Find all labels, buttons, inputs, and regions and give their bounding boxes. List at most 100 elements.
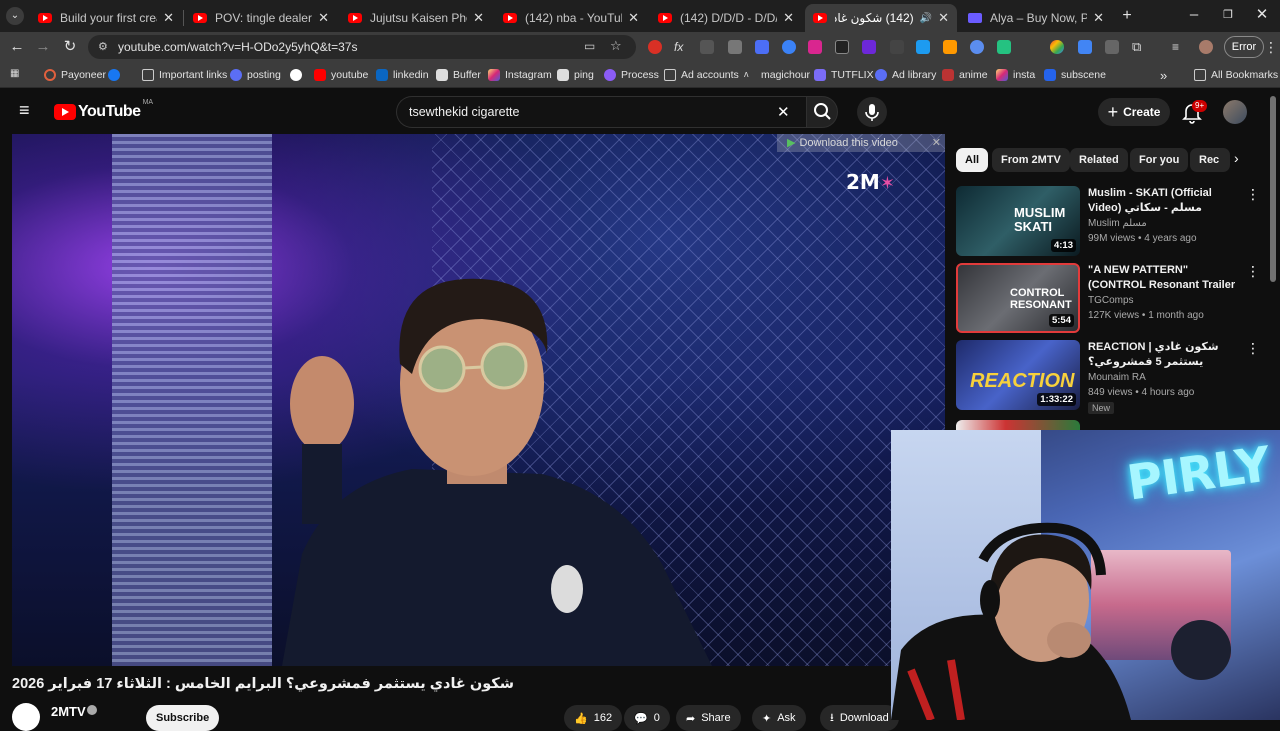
bookmark-ad-library[interactable]: Ad library (875, 67, 936, 83)
extension-fx-icon[interactable]: fx (674, 40, 688, 54)
bookmark-ad-accounts[interactable]: Ad accounts (664, 67, 739, 83)
bookmark-insta[interactable]: insta (996, 67, 1035, 83)
bookmark-subscene[interactable]: subscene (1044, 67, 1106, 83)
download-video-banner[interactable]: ▶ Download this video ✕ (777, 134, 945, 152)
chip-for-you[interactable]: For you (1130, 148, 1189, 172)
extension-blue-icon[interactable] (755, 40, 769, 54)
extension-dark-icon[interactable] (890, 40, 904, 54)
chips-next-chevron-icon[interactable]: › (1234, 150, 1239, 166)
recommendation-channel[interactable]: TGComps (1088, 295, 1134, 306)
video-thumbnail[interactable]: MUSLIM SKATI 4:13 (956, 186, 1080, 256)
bookmark-buffer[interactable]: Buffer (436, 67, 481, 83)
tab-jujutsu-kaisen[interactable]: Jujutsu Kaisen Phonk HD ✕ (340, 4, 492, 32)
bookmark-star-icon[interactable]: ☆ (610, 38, 622, 54)
bookmark-process[interactable]: Process (604, 67, 659, 83)
chip-all[interactable]: All (956, 148, 989, 172)
profile-avatar-icon[interactable] (1199, 40, 1213, 54)
extension-circle-icon[interactable] (782, 40, 796, 54)
video-player[interactable]: ▶ Download this video ✕ 2M✶ (12, 134, 945, 666)
bookmark-facebook[interactable] (108, 67, 125, 83)
close-banner-icon[interactable]: ✕ (932, 134, 941, 152)
extension-multicolor-icon[interactable] (1050, 40, 1064, 54)
extension-camera-icon[interactable] (728, 40, 742, 54)
clear-search-icon[interactable]: ✕ (777, 103, 790, 121)
tab-search-button[interactable]: ⌄ (6, 7, 24, 25)
search-input[interactable] (409, 105, 769, 119)
account-avatar[interactable] (1223, 100, 1247, 124)
apps-grid-icon[interactable]: ▦ (10, 68, 22, 80)
recommendation-item[interactable]: MUSLIM SKATI 4:13 Muslim - SKATI (Offici… (956, 186, 1260, 258)
bookmark-linkedin[interactable]: linkedin (376, 67, 429, 83)
bookmark-tutflix[interactable]: TUTFLIX (814, 67, 874, 83)
chip-from-2mtv[interactable]: From 2MTV (992, 148, 1070, 172)
channel-avatar[interactable] (12, 703, 40, 731)
more-actions-icon[interactable]: ⋮ (1246, 264, 1260, 278)
chip-related[interactable]: Related (1070, 148, 1128, 172)
close-tab-icon[interactable]: ✕ (163, 10, 174, 26)
bookmark-magichour[interactable]: ʌ magichour (744, 67, 810, 83)
restore-window-icon[interactable]: ❐ (1219, 6, 1237, 24)
amazon-extension-icon[interactable] (943, 40, 957, 54)
tab-alya[interactable]: Alya – Buy Now, Pay Later ✕ (960, 4, 1112, 32)
chip-recently[interactable]: Rec (1190, 148, 1230, 172)
channel-name[interactable]: 2MTV (51, 704, 86, 719)
close-tab-icon[interactable]: ✕ (318, 10, 329, 26)
all-bookmarks[interactable]: All Bookmarks (1194, 67, 1278, 83)
recommendation-item[interactable]: CONTROL RESONANT 5:54 "A NEW PATTERN" (C… (956, 263, 1260, 335)
partial-thumbnail[interactable] (956, 420, 1080, 430)
close-tab-icon[interactable]: ✕ (938, 10, 949, 26)
ask-button[interactable]: ✦ Ask (752, 705, 806, 731)
address-bar[interactable]: ⚙ youtube.com/watch?v=H-ODo2y5yhQ&t=37s … (88, 35, 636, 59)
share-button[interactable]: ➦ Share (676, 705, 741, 731)
bookmark-payoneer[interactable]: Payoneer (44, 67, 106, 83)
cast-icon[interactable]: ▭ (584, 39, 595, 53)
bookmark-important-links[interactable]: Important links (142, 67, 227, 83)
extension-shield-icon[interactable] (1078, 40, 1092, 54)
extension-purple-icon[interactable] (862, 40, 876, 54)
recommendation-channel[interactable]: Muslim مسلم (1088, 218, 1147, 229)
bookmark-instagram[interactable]: Instagram (488, 67, 552, 83)
extension-m-icon[interactable] (916, 40, 930, 54)
browser-menu-icon[interactable]: ⋮ (1262, 38, 1280, 56)
bookmark-youtube[interactable]: youtube (314, 67, 368, 83)
bookmark-anime[interactable]: anime (942, 67, 988, 83)
audio-playing-icon[interactable]: 🔊 (920, 13, 932, 24)
tab-current-video[interactable]: (142) شكون غادي يستث 🔊 ✕ (805, 4, 957, 32)
close-tab-icon[interactable]: ✕ (473, 10, 484, 26)
minimize-window-icon[interactable]: – (1185, 6, 1203, 24)
tab-build-creative-ai[interactable]: Build your first creative AI ✕ (30, 4, 182, 32)
tab-ddd[interactable]: (142) D/D/D - D/D/D/D D ✕ (650, 4, 802, 32)
voice-search-button[interactable] (857, 97, 887, 127)
video-thumbnail[interactable]: REACTION 1:33:22 (956, 340, 1080, 410)
back-icon[interactable]: ← (8, 38, 26, 56)
extension-globe-icon[interactable] (970, 40, 984, 54)
error-button[interactable]: Error (1224, 36, 1264, 58)
recommendation-item[interactable]: REACTION 1:33:22 REACTION | شكون غادي يس… (956, 340, 1260, 414)
extension-mask-icon[interactable] (700, 40, 714, 54)
bookmark-posting[interactable]: posting (230, 67, 281, 83)
extension-link-icon[interactable] (835, 40, 849, 54)
recommendation-title[interactable]: REACTION | شكون غادي يستثمر 5 فمشروعي؟ ا… (1088, 340, 1240, 370)
new-tab-icon[interactable]: + (1118, 7, 1136, 25)
media-controls-icon[interactable]: ≡ (1172, 40, 1186, 54)
extensions-puzzle-icon[interactable]: ⧉ (1132, 40, 1146, 54)
close-tab-icon[interactable]: ✕ (1093, 10, 1104, 26)
youtube-logo[interactable]: YouTube MA (54, 99, 153, 121)
recommendation-title[interactable]: "A NEW PATTERN" (CONTROL Resonant Traile… (1088, 263, 1240, 293)
close-tab-icon[interactable]: ✕ (783, 10, 794, 26)
reload-icon[interactable]: ↻ (61, 38, 79, 56)
bookmark-ping[interactable]: ping (557, 67, 594, 83)
extension-download-icon[interactable] (808, 40, 822, 54)
page-scrollbar[interactable] (1270, 96, 1276, 282)
comments-button[interactable]: 💬 0 (624, 705, 670, 731)
tab-pov-tingle[interactable]: POV: tingle dealer sells yo ✕ (185, 4, 337, 32)
search-button[interactable] (806, 96, 838, 128)
close-tab-icon[interactable]: ✕ (628, 10, 639, 26)
like-button[interactable]: 👍 162 (564, 705, 623, 731)
video-thumbnail[interactable]: CONTROL RESONANT 5:54 (956, 263, 1080, 333)
close-window-icon[interactable]: ✕ (1253, 6, 1271, 24)
forward-icon[interactable]: → (34, 38, 52, 56)
hamburger-menu-icon[interactable]: ≡ (19, 101, 35, 119)
extension-square-icon[interactable] (1105, 40, 1119, 54)
recommendation-title[interactable]: Muslim - SKATI (Official Video) مسلم - س… (1088, 186, 1240, 216)
